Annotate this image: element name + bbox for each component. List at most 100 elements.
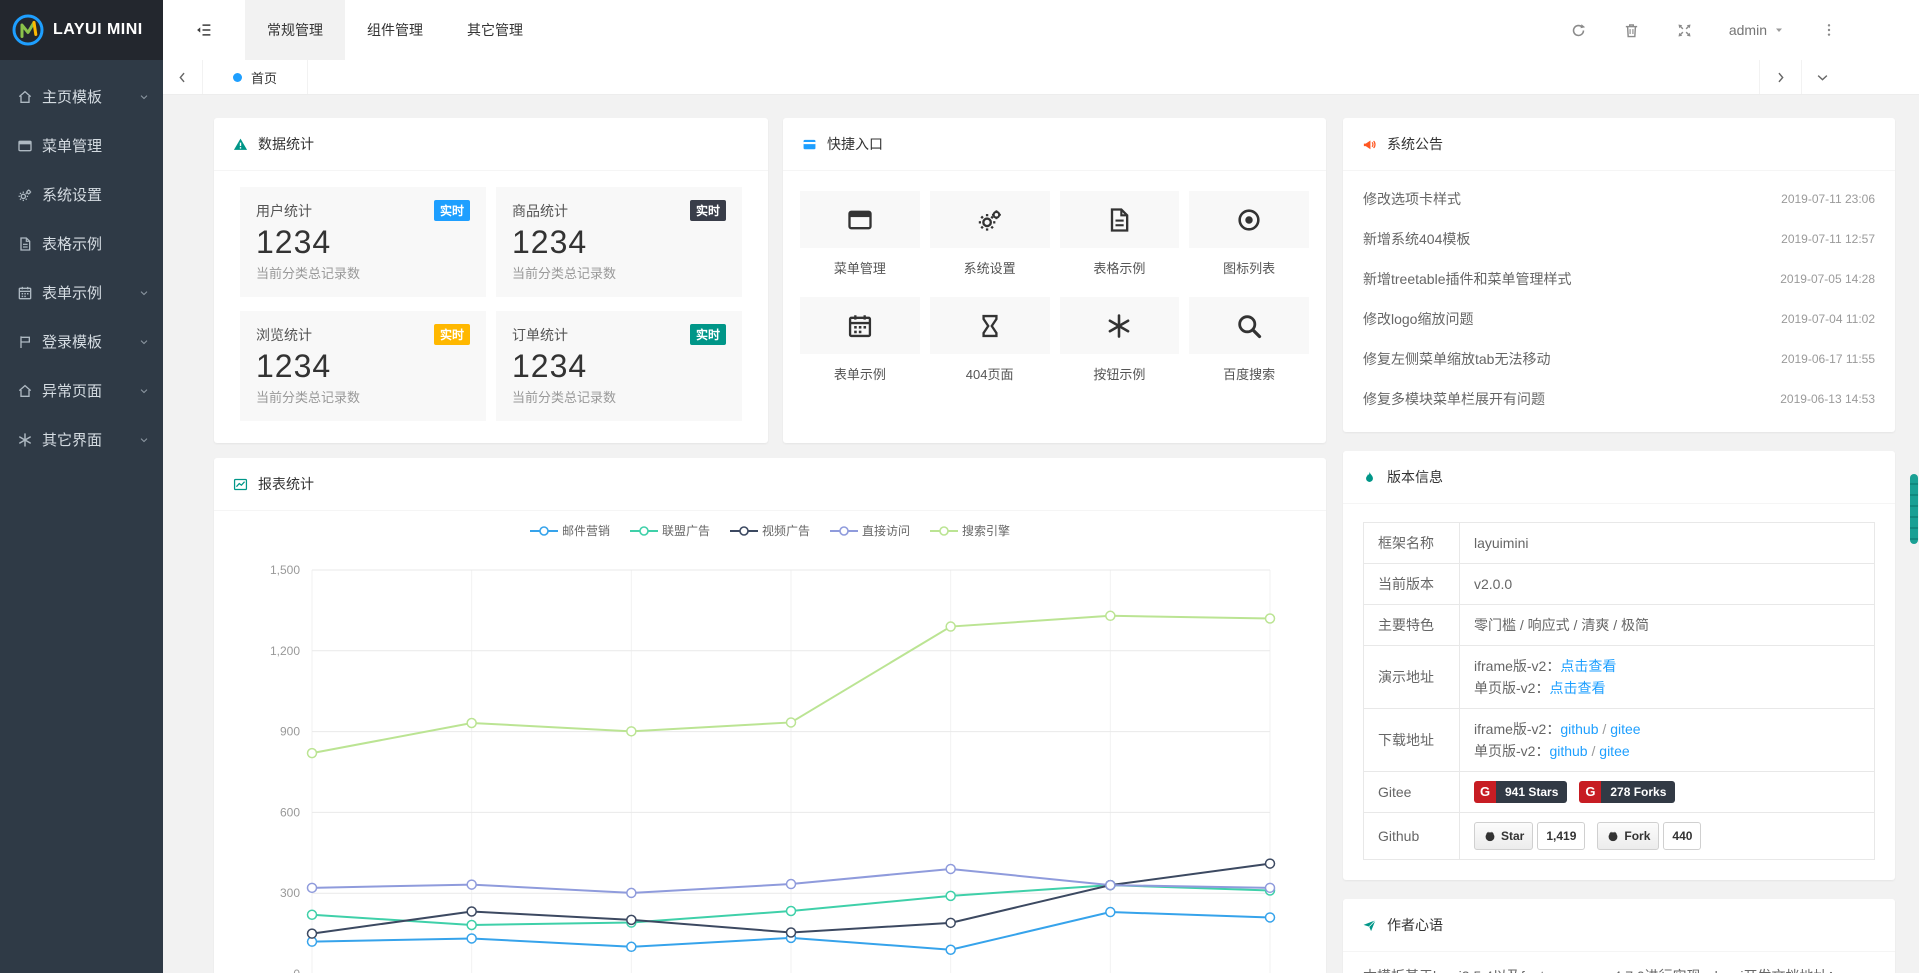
card-quick-entry: 快捷入口 菜单管理系统设置表格示例图标列表表单示例404页面按钮示例百度搜索	[783, 118, 1326, 443]
page-tab-0[interactable]: 首页	[203, 60, 308, 94]
quick-entry-表单示例[interactable]: 表单示例	[800, 297, 920, 383]
card-header-version: 版本信息	[1343, 451, 1895, 504]
announcement-text: 新增系统404模板	[1363, 229, 1470, 249]
gitee-badge-text: 941 Stars	[1496, 781, 1567, 803]
link-点击查看[interactable]: 点击查看	[1549, 680, 1605, 696]
sidebar-item-7[interactable]: 其它界面	[0, 415, 163, 464]
stat-box-1[interactable]: 商品统计实时1234当前分类总记录数	[496, 187, 742, 297]
legend-item-视频广告[interactable]: 视频广告	[730, 522, 810, 539]
stat-label: 浏览统计	[256, 325, 312, 345]
stat-box-3[interactable]: 订单统计实时1234当前分类总记录数	[496, 311, 742, 421]
link-点击查看[interactable]: 点击查看	[1560, 658, 1616, 674]
version-label: 下载地址	[1364, 709, 1460, 772]
search-icon	[1235, 312, 1263, 340]
version-label: 当前版本	[1364, 564, 1460, 605]
link-github[interactable]: github	[1549, 743, 1587, 759]
announcement-time: 2019-06-13 14:53	[1780, 392, 1875, 406]
stat-box-2[interactable]: 浏览统计实时1234当前分类总记录数	[240, 311, 486, 421]
stat-value: 1234	[512, 224, 726, 261]
card-title-author: 作者心语	[1387, 915, 1443, 935]
quick-entry-菜单管理[interactable]: 菜单管理	[800, 191, 920, 277]
scrollbar-thumb[interactable]	[1910, 474, 1918, 544]
quick-entry-系统设置[interactable]: 系统设置	[930, 191, 1050, 277]
gitee-logo-icon: G	[1579, 781, 1601, 803]
header-tab-0[interactable]: 常规管理	[245, 0, 345, 60]
card-report: 报表统计 邮件营销 联盟广告 视频广告 直接访问 搜索引擎 03006009001,20…	[214, 458, 1326, 973]
home-icon	[17, 383, 33, 399]
sidebar-item-1[interactable]: 菜单管理	[0, 121, 163, 170]
version-label: 演示地址	[1364, 646, 1460, 709]
tab-scroll-left-button[interactable]	[163, 60, 203, 94]
header-tab-1[interactable]: 组件管理	[345, 0, 445, 60]
link-gitee[interactable]: gitee	[1610, 721, 1640, 737]
stat-label: 订单统计	[512, 325, 568, 345]
chevron-down-icon	[138, 287, 150, 299]
header-action-trash[interactable]	[1623, 22, 1640, 39]
legend-item-邮件营销[interactable]: 邮件营销	[530, 522, 610, 539]
legend-label: 直接访问	[862, 522, 910, 539]
svg-text:1,200: 1,200	[270, 644, 300, 658]
link-gitee[interactable]: gitee	[1599, 743, 1629, 759]
announcement-item-2[interactable]: 新增treetable插件和菜单管理样式2019-07-05 14:28	[1363, 259, 1875, 299]
sidebar-toggle-button[interactable]	[163, 0, 245, 60]
chart-legend: 邮件营销 联盟广告 视频广告 直接访问 搜索引擎	[214, 511, 1326, 540]
expand-icon	[1676, 22, 1693, 39]
tab-scroll-right-button[interactable]	[1759, 60, 1801, 94]
stat-box-0[interactable]: 用户统计实时1234当前分类总记录数	[240, 187, 486, 297]
chevron-down-icon	[138, 434, 150, 446]
version-value: layuimini	[1474, 535, 1528, 551]
announcement-text: 新增treetable插件和菜单管理样式	[1363, 269, 1571, 289]
left-column: 数据统计 用户统计实时1234当前分类总记录数商品统计实时1234当前分类总记录…	[214, 118, 1326, 973]
quick-entry-图标列表[interactable]: 图标列表	[1189, 191, 1309, 277]
app-logo[interactable]: LAYUI MINI	[0, 0, 163, 60]
quick-entry-按钮示例[interactable]: 按钮示例	[1060, 297, 1180, 383]
header-tab-2[interactable]: 其它管理	[445, 0, 545, 60]
legend-item-直接访问[interactable]: 直接访问	[830, 522, 910, 539]
github-icon	[1483, 829, 1497, 843]
announcement-text: 修改logo缩放问题	[1363, 309, 1473, 329]
announcement-item-5[interactable]: 修复多模块菜单栏展开有问题2019-06-13 14:53	[1363, 379, 1875, 419]
sidebar-item-6[interactable]: 异常页面	[0, 366, 163, 415]
angle-down-icon	[1815, 70, 1830, 85]
sidebar-item-label: 异常页面	[42, 380, 102, 401]
quick-entry-表格示例[interactable]: 表格示例	[1060, 191, 1180, 277]
announcement-item-1[interactable]: 新增系统404模板2019-07-11 12:57	[1363, 219, 1875, 259]
legend-marker-icon	[930, 525, 958, 537]
flag-icon	[17, 334, 33, 350]
sidebar-item-label: 其它界面	[42, 429, 102, 450]
version-label: 框架名称	[1364, 523, 1460, 564]
sidebar-item-4[interactable]: 表单示例	[0, 268, 163, 317]
github-star-button[interactable]: Star1,419	[1474, 822, 1585, 850]
legend-item-搜索引擎[interactable]: 搜索引擎	[930, 522, 1010, 539]
announcement-item-4[interactable]: 修复左侧菜单缩放tab无法移动2019-06-17 11:55	[1363, 339, 1875, 379]
layui-logo-icon	[11, 13, 45, 47]
announcement-list: 修改选项卡样式2019-07-11 23:06新增系统404模板2019-07-…	[1343, 171, 1895, 432]
quick-entry-404页面[interactable]: 404页面	[930, 297, 1050, 383]
gitee-badge[interactable]: G941 Stars	[1474, 781, 1567, 803]
legend-marker-icon	[830, 525, 858, 537]
sidebar-item-0[interactable]: 主页模板	[0, 72, 163, 121]
version-row-4: 下载地址iframe版-v2：github / gitee单页版-v2：gith…	[1364, 709, 1875, 772]
version-value: 零门槛 / 响应式 / 清爽 / 极简	[1474, 617, 1649, 633]
version-label: Gitee	[1364, 772, 1460, 813]
version-row-5: GiteeG941 StarsG278 Forks	[1364, 772, 1875, 813]
card-header-report: 报表统计	[214, 458, 1326, 511]
report-chart-area: 03006009001,2001,500周一周二周三周四周五周六周日	[214, 540, 1326, 973]
github-fork-button[interactable]: Fork440	[1597, 822, 1701, 850]
header-more-menu[interactable]	[1821, 22, 1837, 38]
announcement-item-0[interactable]: 修改选项卡样式2019-07-11 23:06	[1363, 179, 1875, 219]
gitee-badge[interactable]: G278 Forks	[1579, 781, 1675, 803]
quick-entry-label: 表单示例	[800, 364, 920, 383]
quick-entry-百度搜索[interactable]: 百度搜索	[1189, 297, 1309, 383]
link-github[interactable]: github	[1560, 721, 1598, 737]
tab-operations-button[interactable]	[1801, 60, 1843, 94]
sidebar-item-3[interactable]: 表格示例	[0, 219, 163, 268]
gitee-logo-icon: G	[1474, 781, 1496, 803]
header-action-refresh[interactable]	[1570, 22, 1587, 39]
header-action-expand[interactable]	[1676, 22, 1693, 39]
user-menu[interactable]: admin	[1729, 22, 1785, 38]
sidebar-item-5[interactable]: 登录模板	[0, 317, 163, 366]
legend-item-联盟广告[interactable]: 联盟广告	[630, 522, 710, 539]
sidebar-item-2[interactable]: 系统设置	[0, 170, 163, 219]
announcement-item-3[interactable]: 修改logo缩放问题2019-07-04 11:02	[1363, 299, 1875, 339]
